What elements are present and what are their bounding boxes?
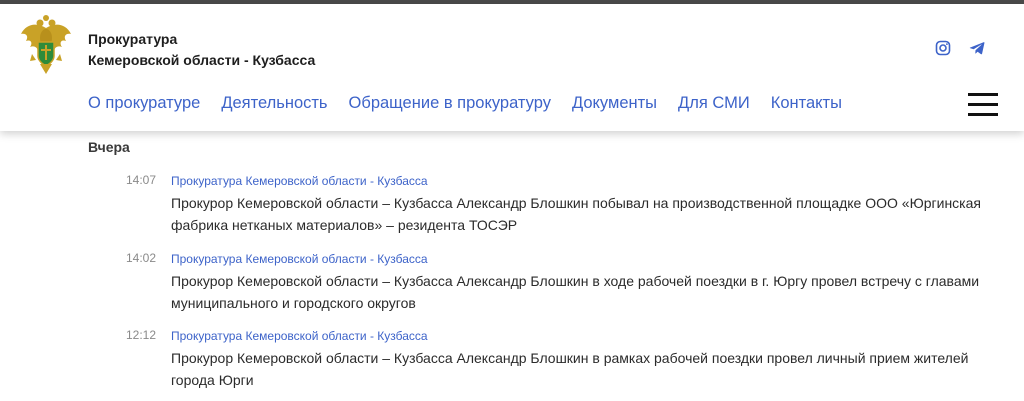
org-name-line1: Прокуратура (88, 31, 178, 47)
news-time: 14:07 (126, 173, 157, 187)
site-header: Прокуратура Кемеровской области - Кузбас… (0, 4, 1024, 131)
news-title-link[interactable]: Прокурор Кемеровской области – Кузбасса … (171, 347, 1001, 391)
org-name-line2: Кемеровской области - Кузбасса (88, 52, 316, 68)
nav-item-activity[interactable]: Деятельность (221, 94, 327, 113)
org-name[interactable]: Прокуратура Кемеровской области - Кузбас… (88, 29, 315, 71)
main-nav: О прокуратуре Деятельность Обращение в п… (88, 94, 863, 113)
nav-item-media[interactable]: Для СМИ (678, 94, 750, 113)
news-feed: Вчера 14:07 Прокуратура Кемеровской обла… (0, 131, 1024, 401)
news-source-link[interactable]: Прокуратура Кемеровской области - Кузбас… (171, 329, 428, 343)
nav-item-contacts[interactable]: Контакты (771, 94, 842, 113)
telegram-icon[interactable] (969, 40, 985, 56)
news-source-link[interactable]: Прокуратура Кемеровской области - Кузбас… (171, 252, 428, 266)
news-title-link[interactable]: Прокурор Кемеровской области – Кузбасса … (171, 270, 1001, 314)
nav-item-about[interactable]: О прокуратуре (88, 94, 200, 113)
news-time: 14:02 (126, 251, 157, 265)
news-source-link[interactable]: Прокуратура Кемеровской области - Кузбас… (171, 174, 428, 188)
day-label: Вчера (88, 139, 130, 155)
nav-item-appeal[interactable]: Обращение в прокуратуру (349, 94, 551, 113)
news-time: 12:12 (126, 328, 157, 342)
hamburger-menu-icon[interactable] (968, 93, 998, 117)
instagram-icon[interactable] (935, 40, 951, 56)
news-title-link[interactable]: Прокурор Кемеровской области – Кузбасса … (171, 192, 1001, 236)
nav-item-documents[interactable]: Документы (572, 94, 657, 113)
emblem-icon[interactable] (18, 14, 74, 76)
